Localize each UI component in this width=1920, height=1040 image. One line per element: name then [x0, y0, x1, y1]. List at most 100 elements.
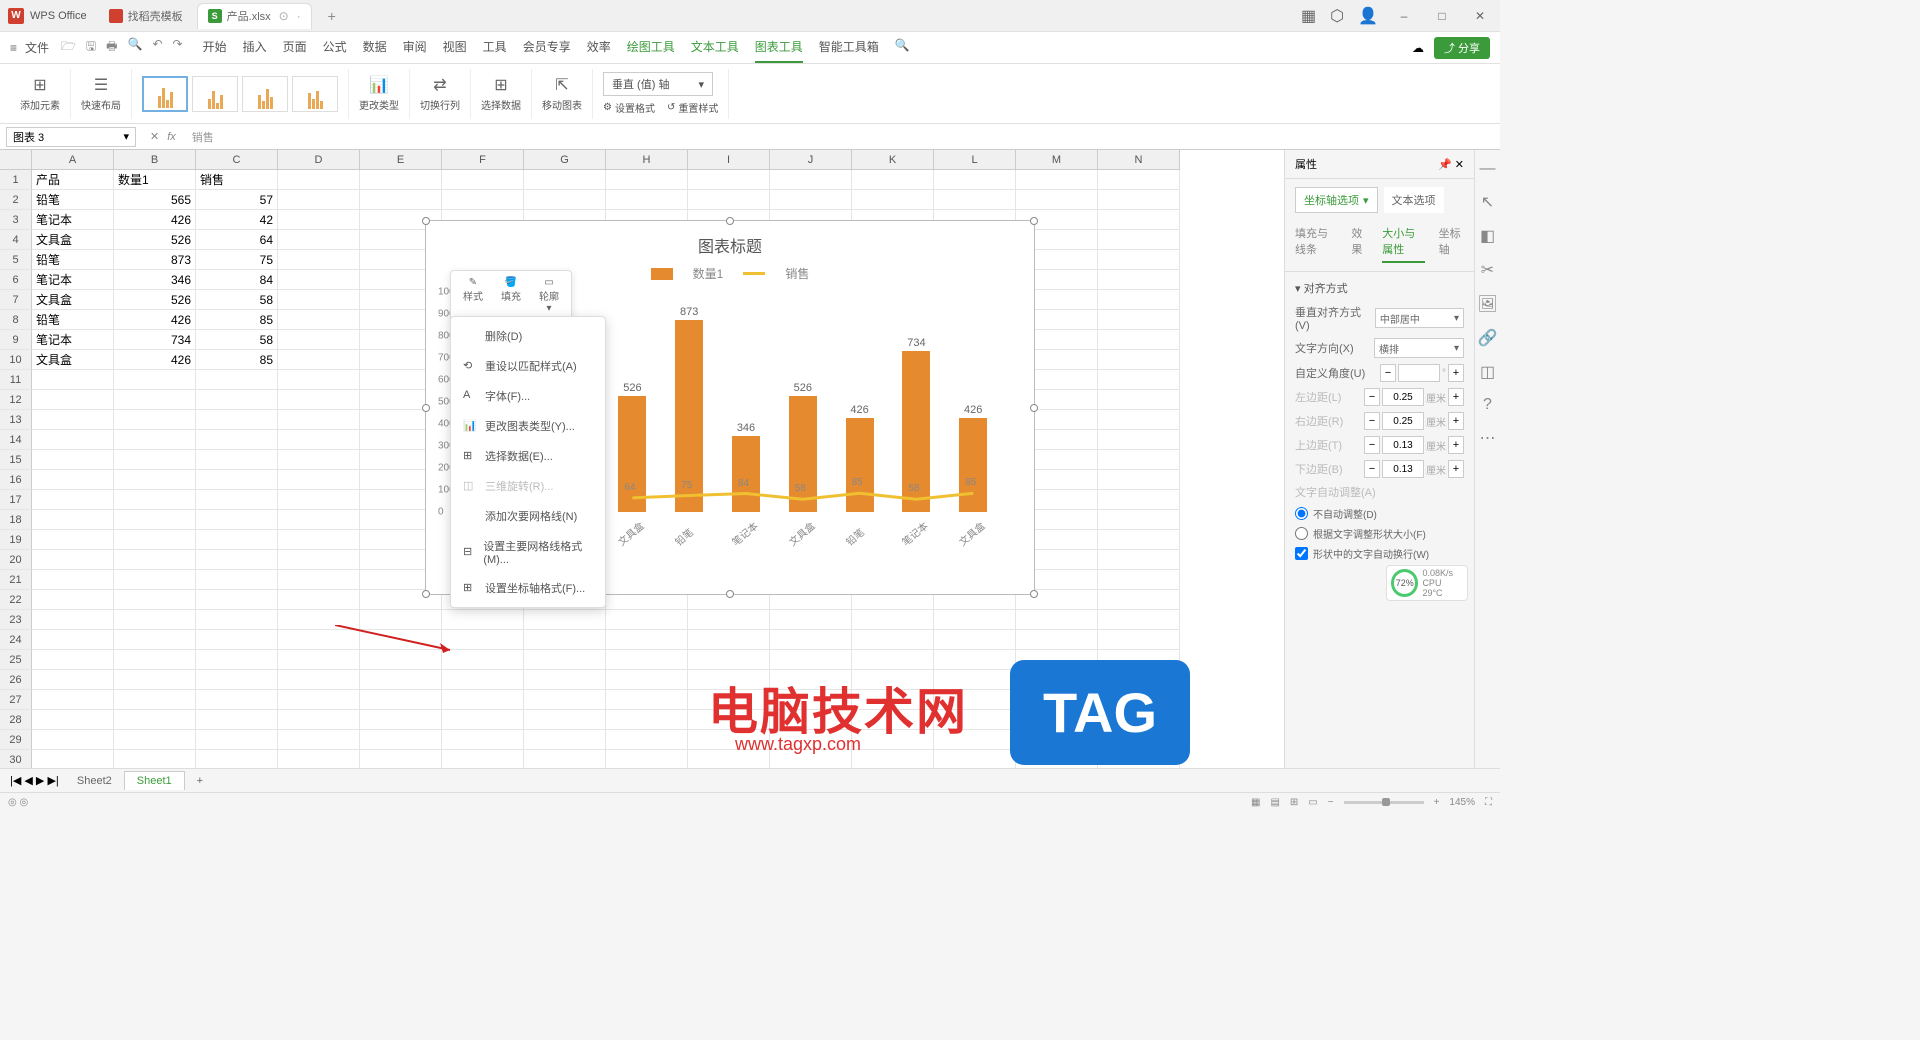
cell[interactable] [1098, 350, 1180, 370]
cell[interactable] [360, 170, 442, 190]
subtab-size[interactable]: 大小与属性 [1382, 225, 1424, 263]
cell[interactable]: 734 [114, 330, 196, 350]
zoom-in[interactable]: + [1434, 797, 1440, 808]
first-sheet-icon[interactable]: |◀ [10, 774, 21, 787]
pin-icon[interactable]: 📌 [1438, 159, 1452, 171]
cell[interactable] [934, 630, 1016, 650]
cell[interactable]: 64 [196, 230, 278, 250]
row-header[interactable]: 10 [0, 350, 32, 370]
col-header[interactable]: J [770, 150, 852, 170]
cell[interactable] [934, 610, 1016, 630]
cell[interactable]: 铅笔 [32, 190, 114, 210]
cell[interactable] [278, 570, 360, 590]
cell[interactable] [278, 430, 360, 450]
cell[interactable] [114, 710, 196, 730]
next-sheet-icon[interactable]: ▶ [36, 774, 44, 787]
cell[interactable] [196, 450, 278, 470]
cell[interactable] [278, 690, 360, 710]
cell[interactable] [32, 610, 114, 630]
cell[interactable] [442, 730, 524, 750]
cell[interactable] [1098, 750, 1180, 770]
tab-smart[interactable]: 智能工具箱 [819, 32, 879, 63]
cell[interactable] [278, 490, 360, 510]
zoom-value[interactable]: 145% [1449, 797, 1475, 808]
cell[interactable] [442, 170, 524, 190]
tab-view[interactable]: 视图 [443, 32, 467, 63]
cell[interactable] [606, 750, 688, 770]
reset-style-button[interactable]: ↺ 重置样式 [667, 100, 718, 115]
cell[interactable] [278, 290, 360, 310]
cell[interactable] [278, 370, 360, 390]
cell[interactable] [278, 270, 360, 290]
row-header[interactable]: 12 [0, 390, 32, 410]
cell[interactable] [32, 630, 114, 650]
cell[interactable] [196, 430, 278, 450]
cell[interactable] [278, 330, 360, 350]
ctx-format-gridlines[interactable]: ⊟设置主要网格线格式(M)... [451, 531, 605, 573]
col-header[interactable]: N [1098, 150, 1180, 170]
row-header[interactable]: 8 [0, 310, 32, 330]
cell[interactable] [32, 470, 114, 490]
zoom-out[interactable]: − [1328, 797, 1334, 808]
chart-title[interactable]: 图表标题 [426, 221, 1034, 257]
cell[interactable] [1098, 250, 1180, 270]
row-header[interactable]: 5 [0, 250, 32, 270]
cell[interactable] [114, 450, 196, 470]
close-button[interactable]: ✕ [1468, 4, 1492, 28]
ctx-reset-style[interactable]: ⟲重设以匹配样式(A) [451, 351, 605, 381]
search-icon[interactable]: 🔍 [895, 32, 910, 63]
cell[interactable] [196, 410, 278, 430]
cell[interactable] [1098, 170, 1180, 190]
cell[interactable] [32, 370, 114, 390]
cell[interactable] [688, 670, 770, 690]
cell[interactable] [278, 550, 360, 570]
row-header[interactable]: 2 [0, 190, 32, 210]
cell[interactable] [114, 510, 196, 530]
cell[interactable] [688, 750, 770, 770]
cell[interactable]: 文具盒 [32, 290, 114, 310]
shape-icon[interactable]: ◫ [1480, 362, 1495, 382]
cell[interactable]: 426 [114, 310, 196, 330]
cell[interactable]: 笔记本 [32, 330, 114, 350]
row-header[interactable]: 16 [0, 470, 32, 490]
resize-handle[interactable] [422, 217, 430, 225]
row-header[interactable]: 11 [0, 370, 32, 390]
cell[interactable] [770, 670, 852, 690]
cell[interactable] [360, 190, 442, 210]
col-header[interactable]: A [32, 150, 114, 170]
status-left[interactable]: ◎ ◎ [8, 797, 28, 808]
cell[interactable] [770, 690, 852, 710]
cell[interactable] [278, 230, 360, 250]
tab-file[interactable]: S 产品.xlsx ⊙ · [197, 3, 312, 29]
cell[interactable] [278, 630, 360, 650]
cell[interactable] [1098, 610, 1180, 630]
cell[interactable] [278, 350, 360, 370]
cell[interactable] [196, 590, 278, 610]
cell[interactable] [688, 170, 770, 190]
open-icon[interactable]: 🗁 [61, 37, 76, 58]
cell[interactable]: 58 [196, 290, 278, 310]
row-header[interactable]: 28 [0, 710, 32, 730]
cell[interactable]: 笔记本 [32, 210, 114, 230]
cell[interactable]: 346 [114, 270, 196, 290]
cell[interactable] [360, 610, 442, 630]
resize-handle[interactable] [422, 404, 430, 412]
cell[interactable] [934, 730, 1016, 750]
cell[interactable] [1098, 330, 1180, 350]
tab-tools[interactable]: 工具 [483, 32, 507, 63]
close-icon[interactable]: · [297, 9, 301, 23]
cell[interactable]: 笔记本 [32, 270, 114, 290]
cell[interactable] [770, 750, 852, 770]
cell[interactable] [114, 750, 196, 770]
cell[interactable] [934, 750, 1016, 770]
col-header[interactable]: E [360, 150, 442, 170]
cell[interactable] [688, 710, 770, 730]
cell[interactable] [114, 430, 196, 450]
cell[interactable] [852, 690, 934, 710]
cell[interactable]: 85 [196, 350, 278, 370]
help-icon[interactable]: ? [1483, 396, 1492, 414]
cell[interactable] [524, 750, 606, 770]
cell[interactable] [852, 630, 934, 650]
sheet-tab-1[interactable]: Sheet1 [124, 771, 185, 790]
tab-insert[interactable]: 插入 [243, 32, 267, 63]
